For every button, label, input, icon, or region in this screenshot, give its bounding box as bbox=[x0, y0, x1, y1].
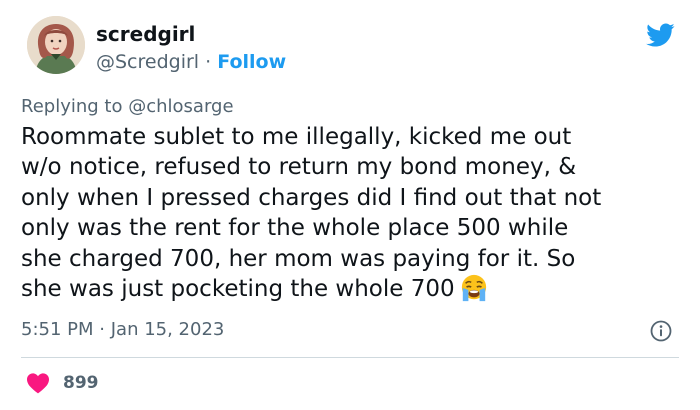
divider bbox=[21, 357, 679, 358]
reply-mention-link[interactable]: @chlosarge bbox=[128, 96, 233, 117]
author-name[interactable]: scredgirl bbox=[96, 22, 195, 46]
tweet-timestamp[interactable]: 5:51 PM · Jan 15, 2023 bbox=[21, 318, 224, 342]
avatar[interactable] bbox=[27, 16, 85, 74]
author-handle[interactable]: @Scredgirl bbox=[96, 51, 199, 73]
follow-button[interactable]: Follow bbox=[217, 51, 286, 73]
reply-context: Replying to @chlosarge bbox=[21, 95, 234, 119]
tweet-date: Jan 15, 2023 bbox=[110, 319, 225, 340]
tweet-text: Roommate sublet to me illegally, kicked … bbox=[21, 122, 681, 304]
tweet-line-last: she was just pocketing the whole 700 bbox=[21, 274, 681, 304]
tweet-line: Roommate sublet to me illegally, kicked … bbox=[21, 124, 572, 150]
info-icon[interactable] bbox=[650, 320, 672, 342]
author-handle-row: @Scredgirl · Follow bbox=[96, 50, 286, 74]
reply-prefix: Replying to bbox=[21, 96, 123, 117]
like-count: 899 bbox=[63, 373, 99, 393]
tweet-line: she was just pocketing the whole 700 bbox=[21, 276, 455, 303]
crying-face-emoji bbox=[461, 274, 486, 302]
tweet-line: only was the rent for the whole place 50… bbox=[21, 215, 569, 242]
tweet-time: 5:51 PM bbox=[21, 319, 94, 340]
heart-icon[interactable] bbox=[26, 372, 50, 394]
handle-separator: · bbox=[205, 51, 212, 73]
twitter-bird-icon[interactable] bbox=[643, 20, 677, 50]
tweet-line: only when I pressed charges did I find o… bbox=[21, 184, 602, 211]
tweet-line: she charged 700, her mom was paying for … bbox=[21, 245, 576, 272]
timestamp-separator: · bbox=[99, 319, 105, 340]
tweet-line: w/o notice, refused to return my bond mo… bbox=[21, 154, 577, 181]
like-action[interactable]: 899 bbox=[26, 370, 99, 396]
